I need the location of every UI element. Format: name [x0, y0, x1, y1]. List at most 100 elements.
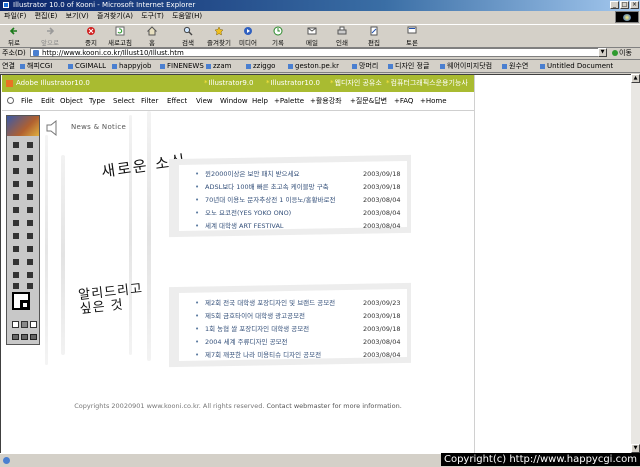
slice-tool-icon[interactable] — [11, 270, 21, 280]
contact-webmaster-link[interactable]: Contact webmaster for more information. — [267, 402, 402, 410]
list-item[interactable]: • ADSL보다 100배 빠른 초고속 케이블망 구축 2003/09/18 — [195, 181, 401, 193]
close-button[interactable]: × — [630, 1, 639, 9]
site-menu-file[interactable]: File — [21, 92, 33, 110]
line-tool-icon[interactable] — [11, 179, 21, 189]
hand-tool-icon[interactable] — [11, 281, 21, 291]
list-item[interactable]: • 윈2000이상은 보안 패치 받으세요 2003/09/18 — [195, 168, 401, 180]
go-button[interactable]: 이동 — [612, 47, 632, 59]
back-button[interactable]: 뒤로 — [2, 26, 26, 47]
list-item[interactable]: • 2004 세계 주류디자인 공모전 2003/08/04 — [195, 336, 401, 348]
maximize-button[interactable]: □ — [620, 1, 629, 9]
menu-edit[interactable]: 편집(E) — [35, 12, 58, 20]
list-item[interactable]: • 제5회 금호타이어 대학생 광고공모전 2003/09/18 — [195, 310, 401, 322]
warp-tool-icon[interactable] — [11, 218, 21, 228]
nav-web-design-share[interactable]: *웹디자인 공유소 — [330, 75, 382, 92]
forward-button[interactable]: 앞으로 — [38, 26, 62, 47]
blend-tool-icon[interactable] — [25, 257, 35, 267]
site-menu-tutorials[interactable]: +활용강좌 — [310, 92, 342, 110]
eyedropper-tool-icon[interactable] — [11, 257, 21, 267]
site-menu-faq[interactable]: +FAQ — [394, 92, 413, 110]
zoom-tool-icon[interactable] — [25, 281, 35, 291]
nav-cg-license[interactable]: *컴퓨터그래픽스운용기능사 — [386, 75, 468, 92]
gradient-mode-icon[interactable] — [21, 321, 28, 328]
list-item[interactable]: • 세계 대학생 ART FESTIVAL 2003/08/04 — [195, 220, 401, 232]
rotate-tool-icon[interactable] — [11, 205, 21, 215]
scissors-tool-icon[interactable] — [25, 270, 35, 280]
address-input[interactable]: http://www.kooni.co.kr/Illust10/Illust.h… — [30, 48, 606, 57]
menu-view[interactable]: 보기(V) — [66, 12, 89, 20]
type-tool-icon[interactable] — [25, 166, 35, 176]
list-item[interactable]: • 제2회 전국 대학생 포장디자인 및 브랜드 공모전 2003/09/23 — [195, 297, 401, 309]
gradient-tool-icon[interactable] — [25, 244, 35, 254]
menu-favorites[interactable]: 즐겨찾기(A) — [97, 12, 133, 20]
minimize-button[interactable]: _ — [610, 1, 619, 9]
stroke-swatch[interactable] — [20, 300, 30, 310]
site-menu-effect[interactable]: Effect — [167, 92, 187, 110]
menu-tools[interactable]: 도구(T) — [141, 12, 164, 20]
search-button[interactable]: 검색 — [176, 26, 200, 47]
link-zzam[interactable]: zzam — [206, 61, 231, 72]
magic-wand-tool-icon[interactable] — [11, 153, 21, 163]
link-untitled-document[interactable]: Untitled Document — [540, 61, 613, 72]
list-item[interactable]: • 1회 농협 쌀 포장디자인 대학생 공모전 2003/09/18 — [195, 323, 401, 335]
link-finenews[interactable]: FINENEWS — [160, 61, 204, 72]
site-menu-window[interactable]: Window — [220, 92, 248, 110]
scale-tool-icon[interactable] — [25, 205, 35, 215]
rectangle-tool-icon[interactable] — [25, 179, 35, 189]
scroll-down-button[interactable]: ▼ — [631, 444, 640, 453]
favorites-button[interactable]: 즐겨찾기 — [204, 26, 234, 47]
link-happyjob[interactable]: happyjob — [112, 61, 151, 72]
home-button[interactable]: 홈 — [140, 26, 164, 47]
pen-tool-icon[interactable] — [11, 166, 21, 176]
lasso-tool-icon[interactable] — [25, 153, 35, 163]
site-menu-qna[interactable]: +질문&답변 — [350, 92, 387, 110]
link-wonsuyeon[interactable]: 원수연 — [502, 61, 528, 72]
nav-illustrator9[interactable]: *Illustrator9.0 — [204, 75, 254, 92]
stop-button[interactable]: 중지 — [79, 26, 103, 47]
site-menu-object[interactable]: Object — [60, 92, 83, 110]
link-mangmeori[interactable]: 망머리 — [352, 61, 378, 72]
link-design-jungle[interactable]: 디자인 정글 — [388, 61, 429, 72]
site-menu-type[interactable]: Type — [89, 92, 105, 110]
nav-illustrator10[interactable]: *Illustrator10.0 — [266, 75, 320, 92]
none-mode-icon[interactable] — [30, 321, 37, 328]
list-item[interactable]: • 오노 요코전(YES YOKO ONO) 2003/08/04 — [195, 207, 401, 219]
mail-button[interactable]: 메일 — [300, 26, 324, 47]
refresh-button[interactable]: 새로고침 — [108, 26, 132, 47]
menu-help[interactable]: 도움말(H) — [172, 12, 202, 20]
pencil-tool-icon[interactable] — [25, 192, 35, 202]
link-cgimall[interactable]: CGIMALL — [68, 61, 106, 72]
link-happycgi[interactable]: 해피CGI — [20, 61, 52, 72]
media-button[interactable]: 미디어 — [236, 26, 260, 47]
direct-selection-tool-icon[interactable] — [25, 140, 35, 150]
link-geston[interactable]: geston.pe.kr — [288, 61, 339, 72]
site-menu-home[interactable]: +Home — [420, 92, 447, 110]
full-screen-mode-icon[interactable] — [30, 334, 37, 340]
site-menu-select[interactable]: Select — [113, 92, 135, 110]
standard-screen-mode-icon[interactable] — [12, 334, 19, 340]
scroll-up-button[interactable]: ▲ — [631, 74, 640, 83]
address-dropdown-button[interactable]: ▼ — [598, 48, 607, 57]
site-menu-filter[interactable]: Filter — [141, 92, 158, 110]
site-menu-help[interactable]: Help — [252, 92, 268, 110]
discuss-button[interactable]: 토론 — [400, 26, 424, 47]
menu-file[interactable]: 파일(F) — [4, 12, 26, 20]
list-item[interactable]: • 70년대 이용노 문자추상전 1 이응노/홍황바로전 2003/08/04 — [195, 194, 401, 206]
graph-tool-icon[interactable] — [25, 231, 35, 241]
full-screen-menu-mode-icon[interactable] — [21, 334, 28, 340]
free-transform-tool-icon[interactable] — [25, 218, 35, 228]
print-button[interactable]: 인쇄 — [330, 26, 354, 47]
mesh-tool-icon[interactable] — [11, 244, 21, 254]
vertical-scrollbar[interactable]: ▲ ▼ — [631, 74, 640, 453]
selection-tool-icon[interactable] — [11, 140, 21, 150]
symbol-sprayer-tool-icon[interactable] — [11, 231, 21, 241]
paintbrush-tool-icon[interactable] — [11, 192, 21, 202]
edit-button[interactable]: 편집 — [362, 26, 386, 47]
site-menu-palette[interactable]: +Palette — [274, 92, 304, 110]
link-zziggo[interactable]: zziggo — [246, 61, 275, 72]
link-wareimage[interactable]: 웨어이미지닷컴 — [440, 61, 492, 72]
color-mode-icon[interactable] — [12, 321, 19, 328]
site-menu-edit[interactable]: Edit — [41, 92, 55, 110]
list-item[interactable]: • 제7회 깨끗한 나라 미용티슈 디자인 공모전 2003/08/04 — [195, 349, 401, 361]
history-button[interactable]: 기록 — [266, 26, 290, 47]
